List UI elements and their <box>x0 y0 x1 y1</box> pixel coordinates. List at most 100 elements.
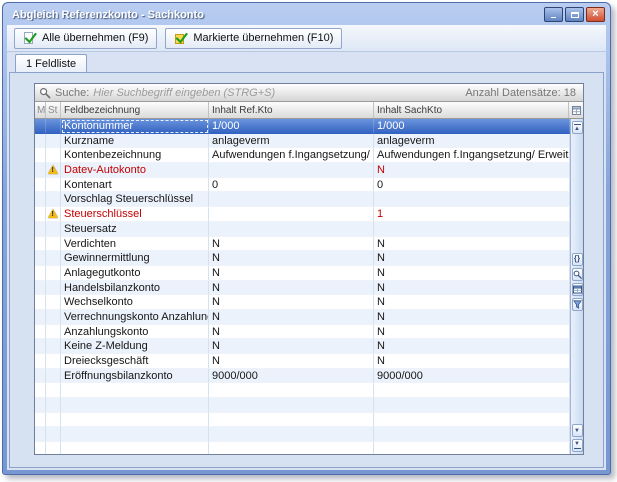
search-input[interactable] <box>93 87 461 99</box>
cell-ref[interactable]: N <box>209 325 374 340</box>
cell-ref[interactable]: N <box>209 251 374 266</box>
cell-field[interactable]: Kurzname <box>61 134 209 149</box>
cell-sach[interactable] <box>374 222 570 237</box>
cell-field[interactable]: Datev-Autokonto <box>61 163 209 178</box>
grid-row[interactable]: AnzahlungskontoNN <box>35 325 570 340</box>
cell-status[interactable] <box>46 354 61 369</box>
table-tool-button[interactable] <box>572 283 583 296</box>
column-header-status[interactable]: St <box>46 102 61 118</box>
cell-marker[interactable] <box>35 354 46 369</box>
cell-marker[interactable] <box>35 163 46 178</box>
cell-marker[interactable] <box>35 222 46 237</box>
cell-sach[interactable]: N <box>374 310 570 325</box>
cell-marker[interactable] <box>35 207 46 222</box>
cell-status[interactable] <box>46 310 61 325</box>
grid-row[interactable]: Vorschlag Steuerschlüssel <box>35 192 570 207</box>
grid-row[interactable]: Keine Z-MeldungNN <box>35 339 570 354</box>
apply-marked-button[interactable]: Markierte übernehmen (F10) <box>165 28 342 49</box>
cell-field[interactable]: Kontenbezeichnung <box>61 148 209 163</box>
cell-sach[interactable]: N <box>374 339 570 354</box>
cell-field[interactable]: Anzahlungskonto <box>61 325 209 340</box>
cell-field[interactable]: Steuersatz <box>61 222 209 237</box>
grid-row[interactable]: Kontonummer1/0001/000 <box>35 119 570 134</box>
maximize-button[interactable] <box>565 7 584 22</box>
cell-status[interactable] <box>46 369 61 384</box>
cell-field[interactable]: Gewinnermittlung <box>61 251 209 266</box>
cell-ref[interactable] <box>209 163 374 178</box>
cell-marker[interactable] <box>35 119 46 134</box>
cell-status[interactable] <box>46 134 61 149</box>
cell-status[interactable]: ! <box>46 163 61 178</box>
cell-marker[interactable] <box>35 178 46 193</box>
grid-row[interactable]: KontenbezeichnungAufwendungen f.Ingangse… <box>35 148 570 163</box>
cell-sach[interactable]: 1/000 <box>374 119 570 134</box>
cell-ref[interactable]: 0 <box>209 178 374 193</box>
cell-sach[interactable]: 1 <box>374 207 570 222</box>
cell-field[interactable]: Kontonummer <box>61 119 209 134</box>
column-header-ref[interactable]: Inhalt Ref.Kto <box>209 102 374 118</box>
cell-sach[interactable]: N <box>374 354 570 369</box>
cell-marker[interactable] <box>35 281 46 296</box>
apply-all-button[interactable]: Alle übernehmen (F9) <box>14 28 157 49</box>
cell-ref[interactable] <box>209 207 374 222</box>
grid-row[interactable]: VerdichtenNN <box>35 237 570 252</box>
cell-sach[interactable]: N <box>374 325 570 340</box>
cell-field[interactable]: Anlagegutkonto <box>61 266 209 281</box>
cell-status[interactable] <box>46 178 61 193</box>
grid-row[interactable]: HandelsbilanzkontoNN <box>35 281 570 296</box>
cell-status[interactable] <box>46 148 61 163</box>
cell-marker[interactable] <box>35 339 46 354</box>
scroll-to-bottom-button[interactable]: ▼ <box>572 439 583 452</box>
cell-status[interactable] <box>46 192 61 207</box>
cell-field[interactable]: Wechselkonto <box>61 295 209 310</box>
cell-ref[interactable]: 1/000 <box>209 119 374 134</box>
cell-sach[interactable] <box>374 192 570 207</box>
tab-feldliste[interactable]: 1 Feldliste <box>15 54 87 72</box>
scroll-down-button[interactable]: ▼ <box>572 424 583 437</box>
cell-ref[interactable] <box>209 192 374 207</box>
grid-row[interactable]: Kontenart00 <box>35 178 570 193</box>
cell-field[interactable]: Verdichten <box>61 237 209 252</box>
cell-status[interactable] <box>46 119 61 134</box>
close-button[interactable]: × <box>586 7 605 22</box>
cell-ref[interactable]: N <box>209 266 374 281</box>
cell-status[interactable] <box>46 281 61 296</box>
cell-status[interactable] <box>46 325 61 340</box>
cell-sach[interactable]: 9000/000 <box>374 369 570 384</box>
cell-ref[interactable]: N <box>209 237 374 252</box>
cell-field[interactable]: Eröffnungsbilanzkonto <box>61 369 209 384</box>
column-customize-button[interactable] <box>569 102 583 118</box>
cell-ref[interactable]: Aufwendungen f.Ingangsetzung/ Erweit.d.G… <box>209 148 374 163</box>
cell-marker[interactable] <box>35 148 46 163</box>
column-header-field[interactable]: Feldbezeichnung <box>61 102 209 118</box>
grid-row[interactable]: DreiecksgeschäftNN <box>35 354 570 369</box>
cell-ref[interactable] <box>209 222 374 237</box>
cell-sach[interactable]: N <box>374 295 570 310</box>
search-tool-button[interactable] <box>572 268 583 281</box>
cell-sach[interactable]: N <box>374 281 570 296</box>
cell-sach[interactable]: N <box>374 237 570 252</box>
cell-status[interactable] <box>46 237 61 252</box>
cell-status[interactable] <box>46 222 61 237</box>
cell-ref[interactable]: N <box>209 310 374 325</box>
cell-ref[interactable]: N <box>209 339 374 354</box>
cell-sach[interactable]: anlageverm <box>374 134 570 149</box>
grid-row[interactable]: WechselkontoNN <box>35 295 570 310</box>
grid-row[interactable]: AnlagegutkontoNN <box>35 266 570 281</box>
cell-marker[interactable] <box>35 310 46 325</box>
title-bar[interactable]: Abgleich Referenzkonto - Sachkonto – × <box>3 3 610 25</box>
cell-field[interactable]: Dreiecksgeschäft <box>61 354 209 369</box>
cell-status[interactable] <box>46 251 61 266</box>
cell-marker[interactable] <box>35 192 46 207</box>
cell-status[interactable] <box>46 266 61 281</box>
vertical-scrollbar[interactable]: ▲ {} <box>570 119 583 454</box>
grid-row[interactable]: !Steuerschlüssel1 <box>35 207 570 222</box>
cell-field[interactable]: Verrechnungskonto Anzahlung <box>61 310 209 325</box>
column-header-marker[interactable]: M <box>35 102 46 118</box>
cell-sach[interactable]: 0 <box>374 178 570 193</box>
grid-row[interactable]: GewinnermittlungNN <box>35 251 570 266</box>
grid-row[interactable]: Eröffnungsbilanzkonto9000/0009000/000 <box>35 369 570 384</box>
cell-ref[interactable]: anlageverm <box>209 134 374 149</box>
cell-sach[interactable]: N <box>374 251 570 266</box>
cell-ref[interactable]: N <box>209 354 374 369</box>
